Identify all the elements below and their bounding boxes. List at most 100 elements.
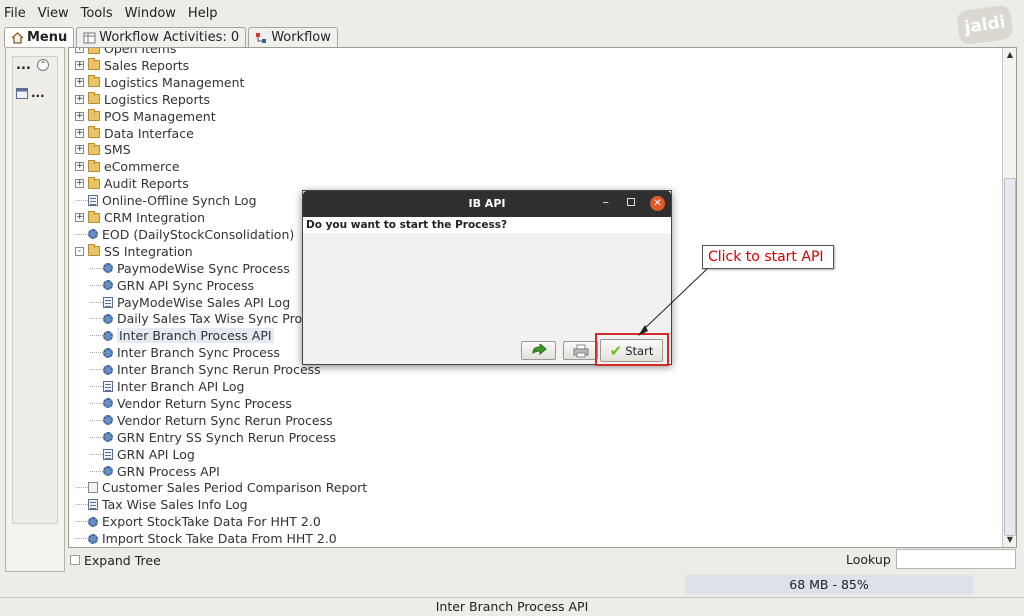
tree-vertical-scrollbar[interactable]: ▲ ▼	[1002, 48, 1016, 547]
log-icon	[103, 381, 113, 392]
menu-tools[interactable]: Tools	[81, 6, 113, 21]
process-icon	[103, 466, 113, 476]
expand-icon[interactable]: +	[75, 48, 84, 53]
tree-item[interactable]: + POS Management	[75, 108, 216, 125]
dialog-titlebar[interactable]: IB API – ✕	[303, 191, 671, 217]
printer-icon	[573, 344, 588, 357]
print-button[interactable]	[563, 341, 598, 360]
tree-item[interactable]: Online-Offline Synch Log	[75, 192, 257, 209]
expand-icon[interactable]: +	[75, 128, 84, 138]
minimize-icon[interactable]: –	[603, 195, 610, 210]
tree-item[interactable]: + Logistics Reports	[75, 91, 210, 108]
tree-item[interactable]: Inter Branch Process API	[90, 327, 274, 344]
tree-item[interactable]: + Data Interface	[75, 125, 194, 142]
tree-item[interactable]: Inter Branch Sync Rerun Process	[90, 361, 321, 378]
tab-workflow-activities[interactable]: Workflow Activities: 0	[76, 27, 247, 47]
scrollbar-thumb[interactable]	[1004, 178, 1016, 536]
tree-item-label: Vendor Return Sync Rerun Process	[117, 412, 333, 428]
status-bar: Inter Branch Process API	[0, 597, 1024, 616]
tree-item[interactable]: Import Stock Take Data From HHT 2.0	[75, 530, 337, 547]
expand-icon[interactable]: +	[75, 145, 84, 155]
checkbox-icon[interactable]	[70, 555, 80, 565]
tree-item[interactable]: + CRM Integration	[75, 209, 205, 226]
tab-workflow[interactable]: Workflow	[248, 27, 338, 47]
lookup-label: Lookup	[846, 552, 891, 567]
tree-item[interactable]: + Logistics Management	[75, 74, 244, 91]
process-icon	[103, 415, 113, 426]
tree-item[interactable]: Export StockTake Data For HHT 2.0	[75, 513, 321, 530]
tree-item[interactable]: Vendor Return Sync Rerun Process	[90, 412, 333, 429]
expand-icon[interactable]: +	[75, 179, 84, 189]
process-icon	[103, 280, 113, 291]
process-icon	[103, 364, 113, 375]
tree-item[interactable]: Daily Sales Tax Wise Sync Process	[90, 310, 330, 327]
log-icon	[103, 448, 113, 460]
tree-item-label: PayModeWise Sales API Log	[117, 294, 291, 310]
process-icon	[103, 398, 113, 409]
tree-item[interactable]: PayModeWise Sales API Log	[90, 294, 290, 311]
tree-connector	[90, 386, 103, 387]
process-icon	[103, 263, 113, 274]
collapse-icon[interactable]: -	[75, 246, 84, 256]
tree-item-label: SS Integration	[104, 243, 193, 259]
collapse-icon[interactable]: ⌃	[37, 59, 49, 71]
tree-item[interactable]: GRN Entry SS Synch Rerun Process	[90, 429, 336, 446]
lookup-input[interactable]	[896, 549, 1016, 569]
tree-item[interactable]: + Sales Reports	[75, 57, 189, 74]
tab-workflow-activities-label: Workflow Activities: 0	[99, 30, 240, 45]
annotation-callout: Click to start API	[702, 245, 834, 269]
tree-item[interactable]: + SMS	[75, 141, 131, 158]
tree-item[interactable]: Inter Branch API Log	[90, 378, 244, 395]
tree-connector	[90, 301, 103, 303]
tree-item[interactable]: Vendor Return Sync Process	[90, 395, 292, 412]
expand-tree-checkbox[interactable]: Expand Tree	[70, 553, 161, 568]
jaldi-logo: jaldi	[955, 4, 1015, 46]
memory-indicator[interactable]: 68 MB - 85%	[685, 575, 973, 594]
tree-item-label: SMS	[104, 142, 131, 158]
folder-icon	[88, 210, 100, 223]
tree-item[interactable]: PaymodeWise Sync Process	[90, 260, 290, 277]
tree-item[interactable]: EOD (DailyStockConsolidation)	[75, 226, 294, 243]
scroll-up-icon[interactable]: ▲	[1005, 50, 1015, 60]
tree-item[interactable]: + eCommerce	[75, 158, 180, 175]
folder-icon	[88, 159, 100, 172]
tree-item[interactable]: - SS Integration	[75, 243, 193, 260]
tree-item[interactable]: + Audit Reports	[75, 175, 189, 192]
tree-item-label: Data Interface	[104, 125, 194, 141]
tree-connector	[90, 470, 103, 472]
tree-item[interactable]: Customer Sales Period Comparison Report	[75, 479, 367, 496]
tree-footer: Expand Tree Lookup	[68, 549, 1017, 571]
tree-item[interactable]: Inter Branch Sync Process	[90, 344, 280, 361]
tree-item-label: Tax Wise Sales Info Log	[102, 497, 248, 513]
tree-connector	[75, 538, 88, 540]
scroll-down-icon[interactable]: ▼	[1005, 535, 1015, 545]
menu-file[interactable]: File	[4, 6, 26, 21]
left-panel-item[interactable]: ...	[16, 86, 45, 100]
tree-item[interactable]: GRN Process API	[90, 463, 220, 480]
expand-icon[interactable]: +	[75, 60, 84, 70]
process-icon	[88, 516, 98, 527]
expand-icon[interactable]: +	[75, 94, 84, 104]
tree-item[interactable]: + Open Items	[75, 48, 176, 57]
tree-connector	[75, 487, 88, 489]
process-icon	[88, 533, 98, 544]
expand-icon[interactable]: +	[75, 213, 84, 222]
menu-view[interactable]: View	[38, 6, 69, 21]
tree-item[interactable]: Tax Wise Sales Info Log	[75, 496, 248, 513]
close-icon[interactable]: ✕	[650, 196, 665, 211]
folder-icon	[88, 92, 100, 105]
maximize-icon[interactable]	[627, 198, 635, 206]
log-icon	[88, 499, 98, 511]
menu-window[interactable]: Window	[125, 6, 176, 21]
tree-connector	[75, 200, 88, 202]
tab-menu[interactable]: Menu	[4, 27, 75, 47]
tree-item-label: Online-Offline Synch Log	[102, 193, 257, 209]
expand-icon[interactable]: +	[75, 162, 84, 172]
process-icon	[103, 330, 113, 341]
tree-item[interactable]: GRN API Sync Process	[90, 277, 254, 294]
refresh-button[interactable]	[521, 341, 556, 360]
expand-icon[interactable]: +	[75, 77, 84, 87]
tree-item[interactable]: GRN API Log	[90, 446, 195, 463]
menu-help[interactable]: Help	[188, 6, 218, 21]
expand-icon[interactable]: +	[75, 111, 84, 121]
